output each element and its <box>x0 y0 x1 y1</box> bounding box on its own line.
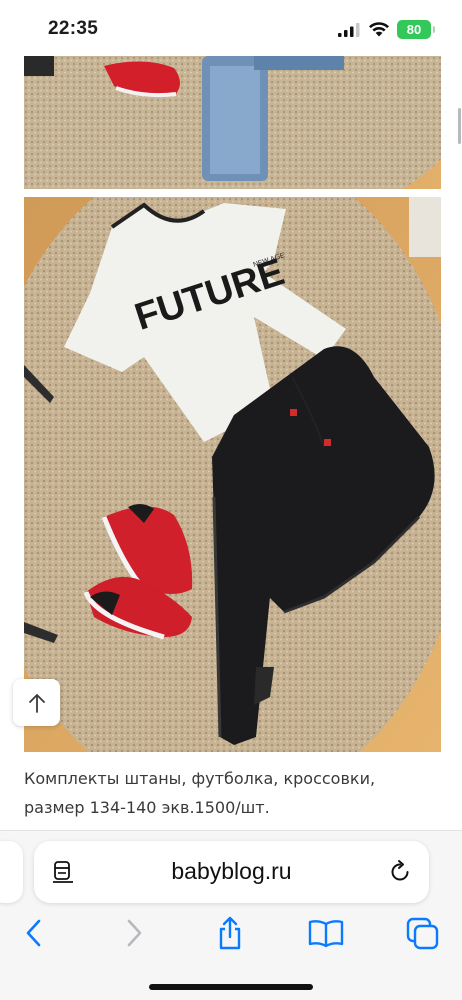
bookmarks-button[interactable] <box>306 913 346 953</box>
scroll-indicator <box>458 108 461 144</box>
tabs-icon <box>406 917 439 950</box>
chevron-left-icon <box>26 919 41 947</box>
share-button[interactable] <box>210 913 250 953</box>
battery-level: 80 <box>406 22 422 37</box>
home-indicator[interactable] <box>149 984 313 990</box>
battery-icon: 80 <box>397 20 435 39</box>
browser-toolbar: babyblog.ru <box>0 831 462 1000</box>
post-caption: Комплекты штаны, футболка, кроссовки, ра… <box>24 769 376 817</box>
signal-icon <box>338 23 360 37</box>
chevron-right-icon <box>127 919 142 947</box>
status-time: 22:35 <box>48 18 99 39</box>
back-button[interactable] <box>14 913 54 953</box>
reader-mode-icon[interactable] <box>52 860 74 884</box>
reload-icon[interactable] <box>387 859 413 885</box>
photo-outfit[interactable]: FUTURE NEW AGE <box>24 197 441 752</box>
url-text[interactable]: babyblog.ru <box>94 858 369 885</box>
share-icon <box>219 916 241 950</box>
address-bar[interactable]: babyblog.ru <box>34 841 429 903</box>
tabs-button[interactable] <box>403 913 443 953</box>
book-icon <box>308 920 344 948</box>
back-to-top-button[interactable] <box>13 679 60 726</box>
wifi-icon <box>369 22 389 37</box>
photo-jeans-sneakers[interactable] <box>24 56 441 189</box>
arrow-up-icon <box>28 693 45 713</box>
previous-tab-card[interactable] <box>0 841 23 903</box>
forward-button[interactable] <box>114 913 154 953</box>
status-bar: 22:35 80 <box>0 0 462 56</box>
